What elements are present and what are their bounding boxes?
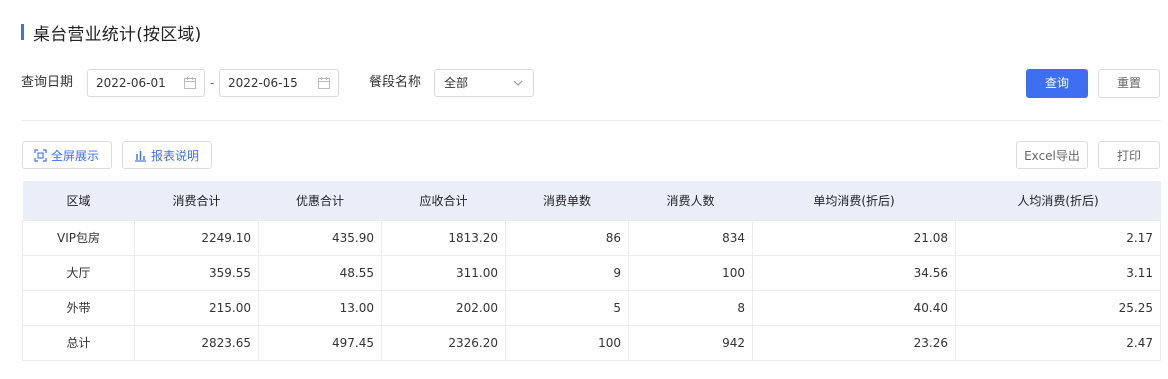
table-header-row: 区域 消费合计 优惠合计 应收合计 消费单数 消费人数 单均消费(折后) 人均消… xyxy=(22,181,1161,220)
start-date-value: 2022-06-01 xyxy=(96,76,166,90)
print-button[interactable]: 打印 xyxy=(1098,141,1160,169)
table-cell: 2.47 xyxy=(955,324,1161,361)
page-header: 桌台营业统计(按区域) xyxy=(21,22,202,45)
table-cell: 2326.20 xyxy=(381,324,506,361)
reset-button[interactable]: 重置 xyxy=(1098,69,1160,98)
table-cell: 21.08 xyxy=(752,219,956,256)
fullscreen-icon xyxy=(34,148,47,162)
report-description-button[interactable]: 报表说明 xyxy=(122,141,212,169)
table-cell: 34.56 xyxy=(752,254,956,291)
filter-row: 查询日期 2022-06-01 - 2022-06-15 餐段名称 全部 xyxy=(21,69,1161,97)
query-button[interactable]: 查询 xyxy=(1026,69,1088,98)
table-cell: 359.55 xyxy=(134,254,259,291)
table-cell: 23.26 xyxy=(752,324,956,361)
table-cell: 2.17 xyxy=(955,219,1161,256)
table-cell: VIP包房 xyxy=(22,219,135,256)
table-cell: 8 xyxy=(628,289,753,326)
table-row: VIP包房 2249.10 435.90 1813.20 86 834 21.0… xyxy=(22,219,1161,256)
table-cell: 2249.10 xyxy=(134,219,259,256)
table-cell: 13.00 xyxy=(258,289,382,326)
column-header[interactable]: 消费人数 xyxy=(628,181,753,220)
table-cell: 834 xyxy=(628,219,753,256)
bar-chart-icon xyxy=(135,150,146,162)
column-header[interactable]: 优惠合计 xyxy=(258,181,382,220)
table-cell: 5 xyxy=(505,289,629,326)
table-cell: 2823.65 xyxy=(134,324,259,361)
calendar-icon xyxy=(184,77,196,89)
table-cell: 1813.20 xyxy=(381,219,506,256)
table-cell: 40.40 xyxy=(752,289,956,326)
calendar-icon xyxy=(318,77,330,89)
end-date-input[interactable]: 2022-06-15 xyxy=(219,69,339,97)
meal-period-value: 全部 xyxy=(444,76,469,90)
table-cell: 86 xyxy=(505,219,629,256)
column-header[interactable]: 单均消费(折后) xyxy=(752,181,956,220)
start-date-input[interactable]: 2022-06-01 xyxy=(87,69,205,97)
end-date-value: 2022-06-15 xyxy=(228,76,298,90)
table-total-row: 总计 2823.65 497.45 2326.20 100 942 23.26 … xyxy=(22,324,1161,361)
table-cell: 435.90 xyxy=(258,219,382,256)
table-cell: 总计 xyxy=(22,324,135,361)
table-row: 大厅 359.55 48.55 311.00 9 100 34.56 3.11 xyxy=(22,254,1161,291)
table-cell: 311.00 xyxy=(381,254,506,291)
fullscreen-label: 全屏展示 xyxy=(51,148,100,163)
page-title: 桌台营业统计(按区域) xyxy=(33,24,202,45)
title-accent-bar xyxy=(21,24,24,40)
table-row: 外带 215.00 13.00 202.00 5 8 40.40 25.25 xyxy=(22,289,1161,326)
chevron-down-icon xyxy=(513,80,523,86)
table-cell: 25.25 xyxy=(955,289,1161,326)
report-description-label: 报表说明 xyxy=(151,148,200,163)
meal-period-select[interactable]: 全部 xyxy=(434,69,534,97)
date-label: 查询日期 xyxy=(21,75,74,90)
table-cell: 48.55 xyxy=(258,254,382,291)
fullscreen-button[interactable]: 全屏展示 xyxy=(22,141,112,169)
column-header[interactable]: 消费合计 xyxy=(134,181,259,220)
section-divider xyxy=(21,120,1161,121)
table-cell: 3.11 xyxy=(955,254,1161,291)
table-cell: 942 xyxy=(628,324,753,361)
table-cell: 497.45 xyxy=(258,324,382,361)
data-table-container: 区域 消费合计 优惠合计 应收合计 消费单数 消费人数 单均消费(折后) 人均消… xyxy=(22,181,1161,361)
table-cell: 大厅 xyxy=(22,254,135,291)
date-separator: - xyxy=(210,76,215,90)
column-header[interactable]: 消费单数 xyxy=(505,181,629,220)
meal-period-label: 餐段名称 xyxy=(369,75,422,90)
column-header[interactable]: 人均消费(折后) xyxy=(955,181,1161,220)
table-cell: 100 xyxy=(628,254,753,291)
table-cell: 215.00 xyxy=(134,289,259,326)
column-header[interactable]: 应收合计 xyxy=(381,181,506,220)
table-cell: 外带 xyxy=(22,289,135,326)
data-table: 区域 消费合计 优惠合计 应收合计 消费单数 消费人数 单均消费(折后) 人均消… xyxy=(22,181,1161,361)
column-header[interactable]: 区域 xyxy=(22,181,135,220)
table-cell: 9 xyxy=(505,254,629,291)
table-cell: 100 xyxy=(505,324,629,361)
table-cell: 202.00 xyxy=(381,289,506,326)
excel-export-button[interactable]: Excel导出 xyxy=(1016,141,1088,169)
